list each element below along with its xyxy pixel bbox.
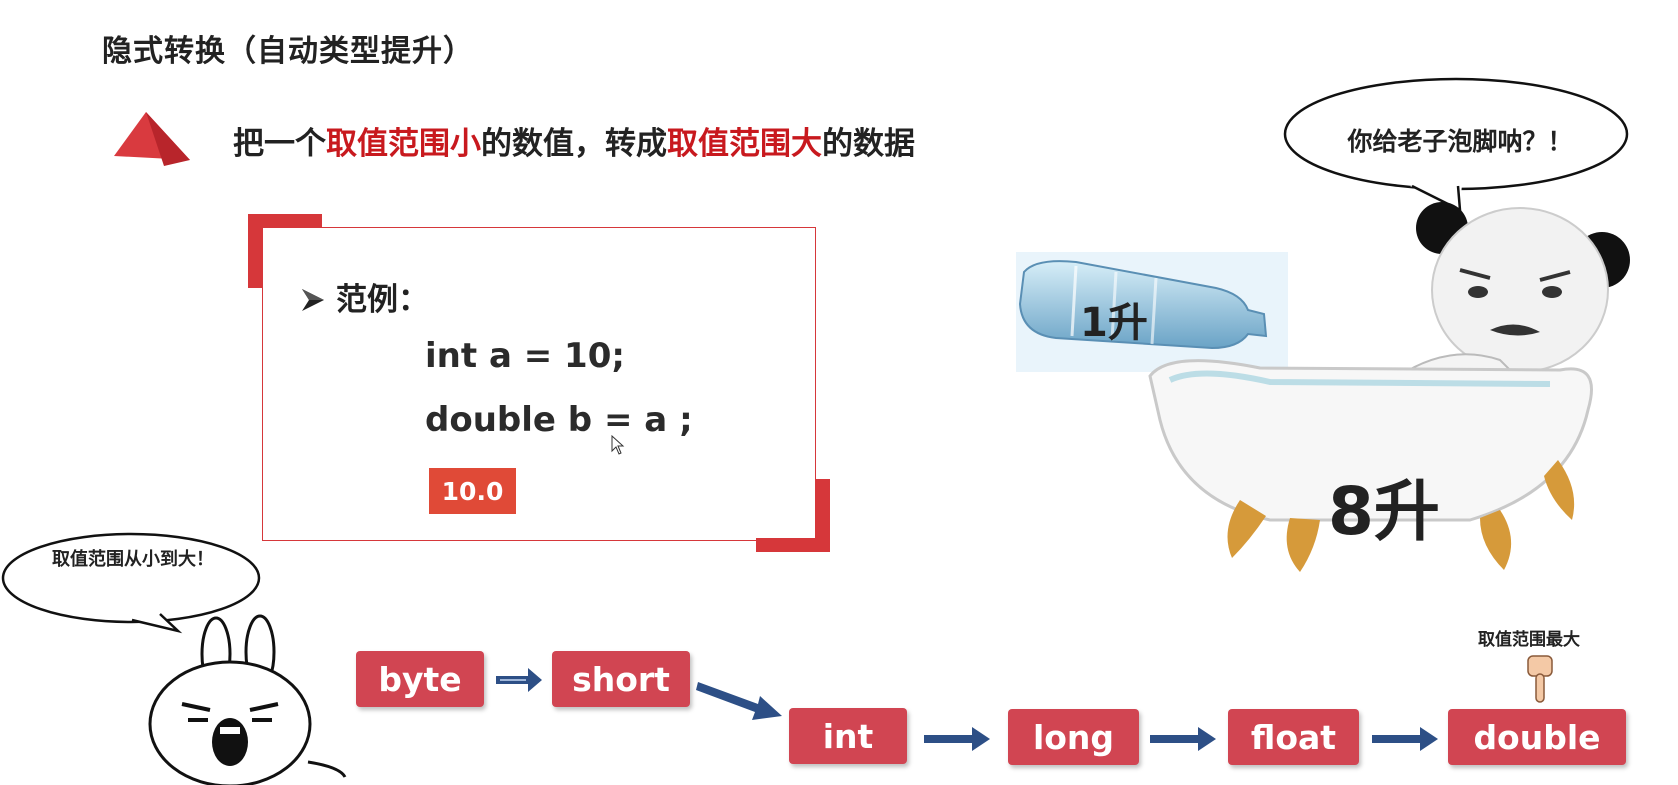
rabbit-character-icon — [148, 614, 347, 785]
arrow-right-icon — [1372, 727, 1438, 751]
headline-part1: 把一个 — [233, 126, 326, 162]
arrow-bullet-icon — [302, 289, 324, 311]
code-line-2: double b = a ; — [425, 400, 693, 440]
max-range-label: 取值范围最大 — [1478, 630, 1580, 650]
speech-bubble-right-text: 你给老子泡脚呐？！ — [1347, 127, 1573, 156]
type-float: float — [1228, 709, 1359, 765]
slide-title: 隐式转换（自动类型提升） — [102, 34, 474, 69]
type-byte: byte — [356, 651, 484, 707]
type-long: long — [1008, 709, 1139, 765]
arrow-down-right-icon — [696, 682, 782, 720]
type-double: double — [1448, 709, 1626, 765]
type-int: int — [789, 708, 907, 764]
result-badge: 10.0 — [429, 468, 516, 514]
arrow-right-icon — [496, 668, 542, 692]
arrow-right-icon — [1150, 727, 1216, 751]
triangle-bullet-icon — [114, 112, 190, 166]
headline: 把一个取值范围小的数值，转成取值范围大的数据 — [233, 118, 915, 163]
mouse-cursor-icon — [611, 435, 625, 455]
headline-highlight-large: 取值范围大 — [667, 126, 822, 162]
frame-corner-decoration — [248, 214, 262, 288]
headline-part2: 的数值，转成 — [481, 126, 667, 162]
pointing-hand-icon — [1527, 655, 1553, 703]
arrow-right-icon — [924, 727, 990, 751]
bathtub-volume-label: 8升 — [1328, 473, 1440, 550]
example-label-text: 范例： — [336, 282, 429, 318]
speech-bubble-left-text: 取值范围从小到大！ — [52, 549, 214, 570]
headline-part3: 的数据 — [822, 126, 915, 162]
example-label: 范例： — [300, 274, 429, 319]
frame-corner-decoration — [816, 479, 830, 552]
code-line-1: int a = 10; — [425, 336, 625, 376]
bottle-volume-label: 1升 — [1080, 300, 1148, 346]
headline-highlight-small: 取值范围小 — [326, 126, 481, 162]
type-short: short — [552, 651, 690, 707]
